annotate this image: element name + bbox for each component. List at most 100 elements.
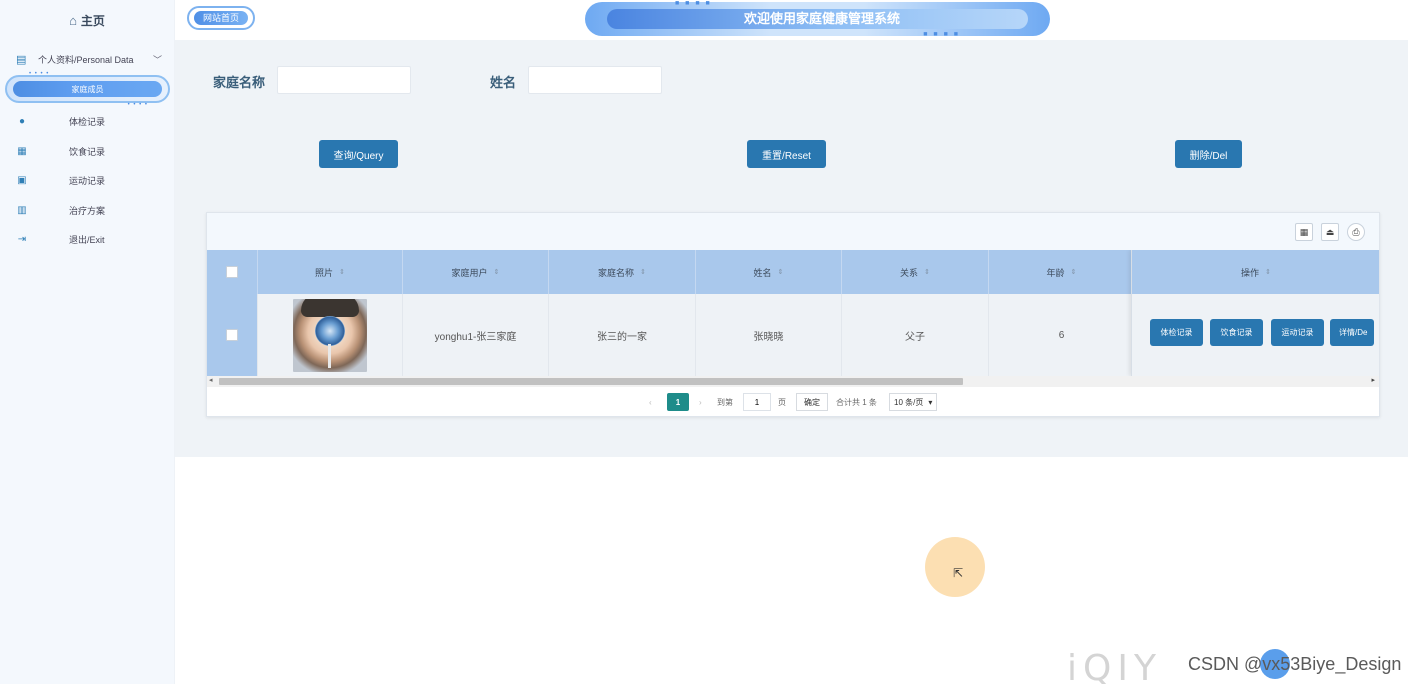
sidebar-item-label: 体检记录 [69, 116, 106, 127]
details-button[interactable]: 详情/De [1330, 319, 1374, 346]
page-size-value: 10 条/页 [894, 397, 924, 407]
horizontal-scrollbar[interactable]: ◂ ▸ [207, 376, 1379, 387]
reset-button[interactable]: 重置/Reset [747, 140, 826, 168]
prev-page-icon[interactable]: ‹ [649, 393, 652, 411]
page-suffix: 页 [778, 397, 786, 407]
columns-icon[interactable]: ▦ [1295, 223, 1313, 241]
decorative-dots: ■ ■ ■ ■ [675, 0, 712, 7]
sort-icon[interactable]: ⇕ [1071, 268, 1077, 276]
sidebar-item-diet-records[interactable]: ▦ 饮食记录 [0, 140, 175, 162]
row-select-cell [207, 294, 258, 376]
operations-column: 操作 ⇕ 体检记录 饮食记录 运动记录 详情/De [1131, 250, 1379, 376]
sort-icon[interactable]: ⇕ [924, 268, 930, 276]
delete-button[interactable]: 删除/Del [1175, 140, 1242, 168]
sort-icon[interactable]: ⇕ [640, 268, 646, 276]
sidebar-item-label: 运动记录 [69, 175, 106, 186]
calendar-icon: ▦ [17, 145, 27, 157]
row-checkbox[interactable] [226, 329, 238, 341]
total-count: 合计共 1 条 [836, 397, 877, 407]
scroll-right-icon[interactable]: ▸ [1371, 376, 1375, 384]
page-title: 欢迎使用家庭健康管理系统 [607, 9, 1028, 29]
family-name-input[interactable] [277, 66, 411, 94]
sidebar-item-label: 饮食记录 [69, 146, 106, 157]
sidebar-item-exit[interactable]: ⇥ 退出/Exit [0, 228, 175, 250]
home-icon: ⌂ [69, 12, 77, 28]
pagination: ‹ 1 › 到第 页 确定 合计共 1 条 10 条/页 ▾ [207, 390, 1379, 414]
checkup-records-button[interactable]: 体检记录 [1150, 319, 1203, 346]
name-input[interactable] [528, 66, 662, 94]
photo-cell [258, 294, 403, 376]
exercise-records-button[interactable]: 运动记录 [1271, 319, 1324, 346]
query-button[interactable]: 查询/Query [319, 140, 398, 168]
photo-lollipop-shape [315, 315, 345, 346]
sidebar-item-label: 治疗方案 [69, 205, 106, 216]
website-home-button[interactable]: 网站首页 [187, 6, 255, 30]
column-header-name[interactable]: 姓名 ⇕ [696, 250, 842, 294]
logout-icon: ⇥ [17, 233, 27, 245]
goto-label: 到第 [717, 397, 733, 407]
scrollbar-thumb[interactable] [219, 378, 963, 385]
sidebar-item-treatment-plan[interactable]: ▥ 治疗方案 [0, 199, 175, 221]
column-header-label: 家庭名称 [598, 267, 635, 278]
goto-page-input[interactable] [743, 393, 771, 411]
column-header-label: 操作 [1241, 267, 1260, 278]
sort-icon[interactable]: ⇕ [778, 268, 784, 276]
goto-confirm-button[interactable]: 确定 [796, 393, 828, 411]
scroll-left-icon[interactable]: ◂ [209, 376, 213, 384]
book-icon: ▥ [17, 204, 27, 216]
member-photo [293, 298, 367, 372]
column-header-label: 姓名 [753, 267, 772, 278]
cell-family-user: yonghu1-张三家庭 [403, 294, 549, 376]
sidebar-menu: ▤ 个人资料/Personal Data ﹀ • • • • 家庭成员 • • … [0, 48, 175, 108]
column-header-relation[interactable]: 关系 ⇕ [842, 250, 989, 294]
csdn-watermark: CSDN @vx53Biye_Design [1188, 654, 1402, 674]
sort-icon[interactable]: ⇕ [494, 268, 500, 276]
column-header-family-user[interactable]: 家庭用户 ⇕ [403, 250, 549, 294]
main-content: 家庭名称 姓名 查询/Query 重置/Reset 删除/Del ▦ ⏏ ⎙ 照… [175, 40, 1408, 457]
title-banner: ■ ■ ■ ■ 欢迎使用家庭健康管理系统 ■ ■ ■ ■ [585, 0, 1050, 38]
cell-relation: 父子 [842, 294, 989, 376]
diet-records-button[interactable]: 饮食记录 [1210, 319, 1263, 346]
column-header-label: 家庭用户 [451, 267, 488, 278]
select-all-checkbox[interactable] [226, 266, 238, 278]
calendar-check-icon: ▣ [17, 174, 27, 186]
page-size-select[interactable]: 10 条/页 ▾ [889, 393, 938, 411]
data-table: 照片 ⇕ 家庭用户 ⇕ 家庭名称 ⇕ 姓名 ⇕ 关系 ⇕ 年龄 ⇕ yonghu… [207, 250, 1379, 376]
sidebar-item-label: 家庭成员 [13, 81, 162, 97]
column-header-label: 年龄 [1046, 267, 1065, 278]
column-header-label: 关系 [900, 267, 919, 278]
sidebar-item-checkup-records[interactable]: ● 体检记录 [0, 110, 175, 132]
document-icon: ▤ [16, 53, 27, 66]
home-button-label: 网站首页 [194, 11, 248, 25]
photo-stick-shape [328, 343, 331, 368]
column-header-operations[interactable]: 操作 ⇕ [1132, 250, 1379, 294]
cell-name: 张晓晓 [696, 294, 842, 376]
table-panel: ▦ ⏏ ⎙ 照片 ⇕ 家庭用户 ⇕ 家庭名称 ⇕ 姓名 ⇕ 关系 ⇕ 年龄 ⇕ … [206, 212, 1380, 417]
top-header: 网站首页 ■ ■ ■ ■ 欢迎使用家庭健康管理系统 ■ ■ ■ ■ [175, 0, 1408, 40]
sort-icon[interactable]: ⇕ [339, 268, 345, 276]
column-header-photo[interactable]: 照片 ⇕ [258, 250, 403, 294]
next-page-icon[interactable]: › [699, 393, 702, 411]
sidebar-home-link[interactable]: ⌂ 主页 [0, 0, 174, 40]
cell-family-name: 张三的一家 [549, 294, 696, 376]
chevron-down-icon: ▾ [928, 397, 933, 407]
column-header-family-name[interactable]: 家庭名称 ⇕ [549, 250, 696, 294]
sidebar-item-exercise-records[interactable]: ▣ 运动记录 [0, 169, 175, 191]
decorative-dots: ■ ■ ■ ■ [923, 31, 960, 38]
column-header-age[interactable]: 年龄 ⇕ [989, 250, 1135, 294]
photo-hair-shape [301, 298, 359, 317]
column-header-label: 照片 [315, 267, 334, 278]
decorative-dots: • • • • [29, 71, 50, 77]
sort-icon[interactable]: ⇕ [1265, 268, 1271, 276]
sidebar-item-label: 退出/Exit [69, 234, 105, 245]
page-number-current[interactable]: 1 [667, 393, 689, 411]
decorative-dots: • • • • [127, 102, 148, 108]
sidebar-item-family-members[interactable]: • • • • 家庭成员 • • • • [5, 71, 170, 108]
export-icon[interactable]: ⏏ [1321, 223, 1339, 241]
sidebar: ⌂ 主页 ▤ 个人资料/Personal Data ﹀ • • • • 家庭成员… [0, 0, 175, 684]
name-label: 姓名 [490, 75, 517, 90]
print-icon[interactable]: ⎙ [1347, 223, 1365, 241]
sidebar-group-personal-data[interactable]: ▤ 个人资料/Personal Data ﹀ [0, 48, 175, 70]
chevron-down-icon: ﹀ [152, 54, 162, 65]
cell-age: 6 [989, 294, 1135, 376]
